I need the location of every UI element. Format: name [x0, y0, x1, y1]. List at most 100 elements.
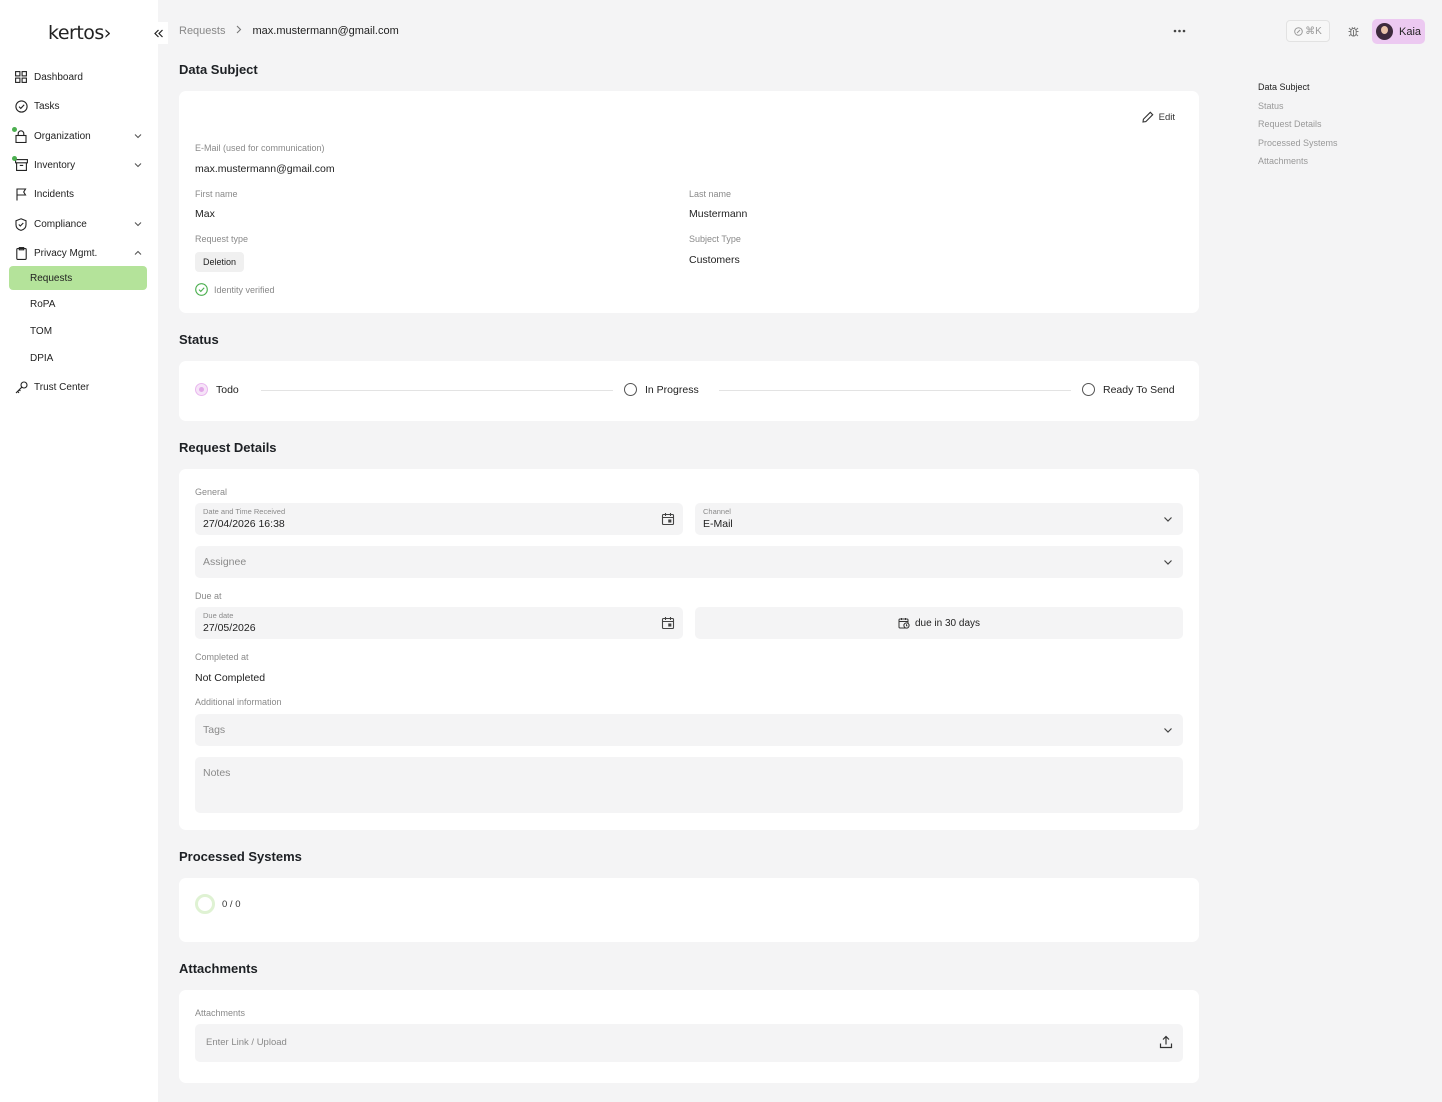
request-type-badge: Deletion: [195, 252, 245, 272]
identity-verified-status: Identity verified: [195, 283, 275, 296]
edit-button[interactable]: Edit: [1141, 111, 1175, 123]
edit-label: Edit: [1158, 111, 1175, 123]
archive-icon: [12, 156, 28, 172]
toc-item-status[interactable]: Status: [1258, 101, 1338, 111]
sidebar-item-privacy-mgmt[interactable]: Privacy Mgmt.: [8, 241, 148, 265]
toc-item-attachments[interactable]: Attachments: [1258, 156, 1338, 166]
tags-select[interactable]: Tags: [195, 714, 1183, 746]
chevron-down-icon: [1164, 560, 1172, 565]
status-card: Todo In Progress Ready To Send: [179, 361, 1199, 421]
notification-dot: [12, 127, 17, 132]
radio-icon: [1082, 383, 1095, 396]
status-step-in-progress[interactable]: In Progress: [624, 383, 699, 396]
collapse-sidebar-button[interactable]: [148, 22, 168, 44]
command-palette-button[interactable]: ⌘K: [1286, 20, 1330, 42]
sidebar-item-tasks[interactable]: Tasks: [8, 94, 148, 118]
due-date-value: 27/05/2026: [203, 622, 256, 634]
user-menu-button[interactable]: Kaia: [1372, 19, 1425, 44]
clipboard-icon: [14, 246, 28, 260]
due-date-field[interactable]: Due date 27/05/2026: [195, 607, 683, 639]
attachments-label: Attachments: [195, 1008, 246, 1018]
sidebar-subitem-requests[interactable]: Requests: [9, 266, 147, 290]
breadcrumb-requests[interactable]: Requests: [179, 25, 225, 37]
sidebar-item-label: Tasks: [34, 100, 60, 112]
chevron-right-icon: [235, 25, 242, 37]
toc-item-request-details[interactable]: Request Details: [1258, 119, 1338, 129]
notes-placeholder: Notes: [203, 767, 231, 779]
step-label: Ready To Send: [1103, 383, 1175, 396]
chevron-down-icon: [134, 222, 142, 227]
upload-icon[interactable]: [1159, 1035, 1173, 1049]
step-label: In Progress: [645, 383, 699, 396]
additional-info-label: Additional information: [195, 697, 282, 707]
sidebar-item-label: Trust Center: [34, 381, 90, 393]
progress-count: 0 / 0: [222, 899, 241, 910]
dashboard-icon: [14, 70, 28, 84]
sidebar-item-inventory[interactable]: Inventory: [8, 153, 148, 177]
sidebar-item-incidents[interactable]: Incidents: [8, 182, 148, 206]
chevrons-left-icon: [153, 29, 163, 37]
request-details-card: General Date and Time Received 27/04/202…: [179, 469, 1199, 830]
chevron-down-icon: [1164, 517, 1172, 522]
sidebar-subitem-tom[interactable]: TOM: [9, 319, 147, 343]
step-connector: [719, 390, 1071, 391]
radio-selected-icon: [195, 383, 208, 396]
attachment-input[interactable]: Enter Link / Upload: [195, 1024, 1183, 1062]
processed-systems-card: 0 / 0: [179, 878, 1199, 942]
channel-select[interactable]: Channel E-Mail: [695, 503, 1183, 535]
sidebar-item-label: Incidents: [34, 188, 75, 200]
tags-placeholder: Tags: [203, 724, 226, 736]
sidebar-item-label: Organization: [34, 130, 91, 142]
pencil-icon: [1141, 111, 1154, 123]
sidebar-item-trust-center[interactable]: Trust Center: [8, 375, 148, 399]
breadcrumb: Requests max.mustermann@gmail.com: [179, 25, 399, 37]
attachment-placeholder: Enter Link / Upload: [206, 1037, 287, 1048]
progress-ring: [195, 894, 215, 914]
calendar-icon[interactable]: [661, 616, 675, 630]
avatar: [1376, 23, 1393, 40]
toc-item-processed-systems[interactable]: Processed Systems: [1258, 138, 1338, 148]
processed-systems-heading: Processed Systems: [179, 849, 302, 864]
check-circle-icon: [195, 283, 208, 296]
notification-dot: [12, 156, 17, 161]
date-received-field[interactable]: Date and Time Received 27/04/2026 16:38: [195, 503, 683, 535]
completed-at-label: Completed at: [195, 652, 249, 662]
breadcrumb-current: max.mustermann@gmail.com: [252, 25, 399, 37]
step-connector: [261, 390, 613, 391]
sidebar-subitem-ropa[interactable]: RoPA: [9, 292, 147, 316]
radio-icon: [624, 383, 637, 396]
more-horizontal-icon: [1173, 29, 1185, 33]
report-bug-button[interactable]: [1344, 22, 1362, 40]
assignee-select[interactable]: Assignee: [195, 546, 1183, 578]
sidebar-item-label: Compliance: [34, 218, 87, 230]
calendar-icon[interactable]: [661, 512, 675, 526]
sidebar-item-dashboard[interactable]: Dashboard: [8, 65, 148, 89]
check-circle-icon: [14, 99, 28, 113]
sidebar-item-label: Privacy Mgmt.: [34, 247, 98, 259]
date-received-value: 27/04/2026 16:38: [203, 518, 285, 530]
sidebar-item-compliance[interactable]: Compliance: [8, 212, 148, 236]
notes-textarea[interactable]: Notes: [195, 757, 1183, 813]
toc-item-data-subject[interactable]: Data Subject: [1258, 82, 1338, 92]
calendar-clock-icon: [898, 618, 910, 629]
channel-value: E-Mail: [703, 518, 733, 530]
identity-verified-label: Identity verified: [214, 284, 275, 295]
status-step-ready-to-send[interactable]: Ready To Send: [1082, 383, 1175, 396]
due-at-label: Due at: [195, 591, 222, 601]
kertos-logo: kertos›: [48, 22, 111, 44]
status-step-todo[interactable]: Todo: [195, 383, 239, 396]
user-name: Kaia: [1399, 25, 1422, 38]
due-in-button[interactable]: due in 30 days: [695, 607, 1183, 639]
sidebar-subitem-dpia[interactable]: DPIA: [9, 346, 147, 370]
more-options-button[interactable]: [1170, 22, 1188, 40]
data-subject-card: Edit E-Mail (used for communication) max…: [179, 91, 1199, 313]
first-name-label: First name: [195, 189, 238, 199]
chevron-down-icon: [134, 134, 142, 139]
sidebar-item-organization[interactable]: Organization: [8, 124, 148, 148]
table-of-contents: Data Subject Status Request Details Proc…: [1258, 82, 1338, 175]
chevron-down-icon: [134, 163, 142, 168]
lock-icon: [12, 127, 28, 143]
status-heading: Status: [179, 332, 219, 347]
step-label: Todo: [216, 383, 239, 396]
completed-at-value: Not Completed: [195, 672, 266, 684]
